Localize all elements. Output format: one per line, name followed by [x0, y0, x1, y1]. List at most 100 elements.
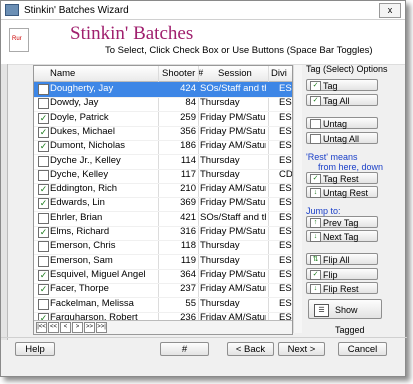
row-checkbox[interactable]: ✓ [38, 284, 49, 296]
rest-label-1: 'Rest' means [306, 152, 358, 162]
row-name: Doyle, Patrick [50, 111, 109, 123]
row-name: Dyche Jr., Kelley [50, 154, 121, 166]
flip-all-button[interactable]: ⇅ Flip All [306, 253, 378, 265]
row-session: Friday AM/Saturd [200, 283, 266, 295]
row-session: Friday PM/Saturd [200, 226, 266, 237]
row-checkbox[interactable]: ✓ [38, 126, 49, 138]
row-session: Friday AM/Saturd [200, 140, 266, 152]
next-tag-label: Next Tag [323, 232, 359, 242]
check-down-icon: ✓ [310, 174, 321, 184]
tag-button[interactable]: ✓ Tag [306, 79, 378, 91]
next-page-button[interactable]: >> [84, 322, 95, 333]
row-division: ES [279, 140, 292, 152]
row-shooter: 55 [185, 297, 196, 309]
tag-rest-button[interactable]: ✓ Tag Rest [306, 172, 378, 184]
row-name: Dougherty, Jay [50, 83, 114, 94]
flip-button[interactable]: ✓ Flip [306, 268, 378, 280]
prev-tag-button[interactable]: ↑ Prev Tag [306, 216, 378, 228]
row-division: ES [279, 226, 292, 237]
column-header: Name Shooter # Session Divi [34, 66, 292, 82]
row-session: SOs/Staff and th [200, 83, 266, 94]
row-session: Friday PM/Saturd [200, 125, 266, 137]
row-name: Dyche, Kelley [50, 168, 109, 180]
row-name: Eddington, Rich [50, 183, 118, 195]
row-shooter: 210 [180, 183, 196, 195]
row-checkbox[interactable] [38, 255, 49, 267]
next-tag-button[interactable]: ↓ Next Tag [306, 230, 378, 242]
close-icon[interactable]: x [379, 3, 401, 18]
row-checkbox[interactable] [38, 84, 49, 95]
untag-rest-button[interactable]: ↓ Untag Rest [306, 186, 378, 198]
row-session: Thursday [200, 240, 240, 252]
row-division: ES [279, 183, 292, 195]
row-shooter: 421 [180, 211, 196, 223]
row-name: Dumont, Nicholas [50, 140, 125, 152]
row-session: SOs/Staff and th [200, 211, 266, 223]
vertical-scrollbar[interactable] [293, 65, 302, 333]
hash-button[interactable]: # [160, 342, 209, 356]
col-division[interactable]: Divi [271, 68, 287, 79]
next-button[interactable]: Next > [278, 342, 325, 356]
untag-rest-label: Untag Rest [323, 188, 369, 198]
row-checkbox[interactable] [38, 155, 49, 167]
first-record-button[interactable]: |<< [36, 322, 47, 333]
untag-all-button[interactable]: Untag All [306, 132, 378, 144]
row-session: Thursday [200, 254, 240, 266]
jump-label: Jump to: [306, 206, 341, 216]
row-division: ES [279, 111, 292, 123]
row-shooter: 316 [180, 226, 196, 237]
footer-divider [1, 337, 407, 338]
flip-down-icon: ↓ [310, 284, 321, 294]
row-checkbox[interactable]: ✓ [38, 141, 49, 153]
row-shooter: 424 [180, 83, 196, 94]
row-checkbox[interactable]: ✓ [38, 269, 49, 281]
row-session: Thursday [200, 97, 240, 109]
show-tagged-button[interactable]: ☰ Show Tagged [308, 299, 382, 335]
row-checkbox[interactable] [38, 98, 49, 110]
last-record-button[interactable]: >>| [96, 322, 107, 333]
row-checkbox[interactable]: ✓ [38, 198, 49, 210]
col-session[interactable]: Session [218, 68, 252, 79]
empty-box-icon [310, 134, 321, 144]
row-shooter: 84 [185, 97, 196, 109]
page-subtitle: To Select, Click Check Box or Use Button… [105, 45, 373, 56]
untag-all-label: Untag All [323, 134, 360, 144]
row-checkbox[interactable] [38, 212, 49, 224]
row-name: Emerson, Chris [50, 240, 116, 252]
show-tagged-label: Show Tagged [335, 305, 365, 335]
row-checkbox[interactable] [38, 169, 49, 181]
back-button[interactable]: < Back [227, 342, 274, 356]
help-button[interactable]: Help [15, 342, 55, 356]
row-name: Edwards, Lin [50, 197, 105, 209]
prev-page-button[interactable]: << [48, 322, 59, 333]
row-checkbox[interactable] [38, 298, 49, 310]
box-down-icon: ↓ [310, 188, 321, 198]
flip-rest-button[interactable]: ↓ Flip Rest [306, 282, 378, 294]
tag-all-button[interactable]: ✓ Tag All [306, 94, 378, 106]
row-name: Elms, Richard [50, 226, 110, 237]
row-shooter: 356 [180, 125, 196, 137]
arrow-down-icon: ↓ [310, 232, 321, 242]
next-record-button[interactable]: > [72, 322, 83, 333]
row-checkbox[interactable] [38, 241, 49, 253]
row-shooter: 369 [180, 197, 196, 209]
flip-all-label: Flip All [323, 255, 350, 265]
tag-rest-label: Tag Rest [323, 174, 359, 184]
row-division: ES [279, 125, 292, 137]
col-name[interactable]: Name [50, 68, 75, 79]
untag-button[interactable]: Untag [306, 117, 378, 129]
shooter-list: Name Shooter # Session Divi Dougherty, J… [33, 65, 293, 335]
prev-tag-label: Prev Tag [323, 218, 359, 228]
logo-text: Rur [12, 36, 22, 42]
row-checkbox[interactable]: ✓ [38, 112, 49, 124]
row-session: Thursday [200, 297, 240, 309]
flip-icon: ✓ [310, 270, 321, 280]
page-title: Stinkin' Batches [70, 23, 194, 44]
row-division: ES [279, 283, 292, 295]
row-checkbox[interactable]: ✓ [38, 184, 49, 196]
prev-record-button[interactable]: < [60, 322, 71, 333]
title-bar: Stinkin' Batches Wizard x [1, 1, 405, 20]
row-checkbox[interactable]: ✓ [38, 227, 49, 238]
row-shooter: 186 [180, 140, 196, 152]
cancel-button[interactable]: Cancel [338, 342, 387, 356]
